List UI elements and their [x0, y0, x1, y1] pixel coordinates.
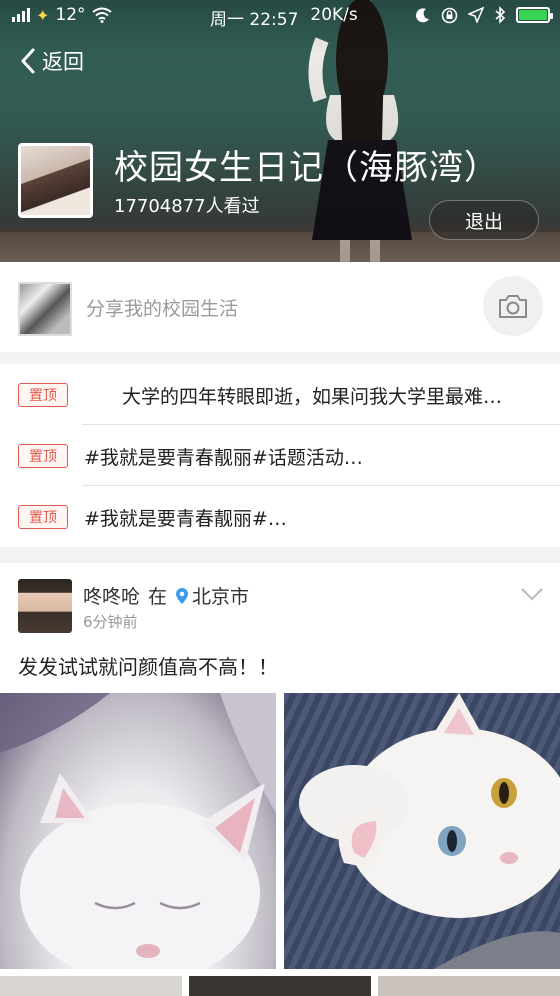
- clock: 周一 22:57: [210, 10, 299, 30]
- group-avatar[interactable]: [18, 143, 93, 218]
- cat-photo-awake: [299, 693, 560, 969]
- bluetooth-icon: [495, 6, 506, 24]
- share-input[interactable]: 分享我的校园生活: [86, 294, 238, 321]
- pinned-item[interactable]: 置顶 大学的四年转眼即逝，如果问我大学里最难…: [0, 364, 560, 425]
- pinned-item[interactable]: 置顶 #我就是要青春靓丽#…: [0, 486, 560, 547]
- author-line: 咚咚呛 在 北京市: [83, 582, 249, 609]
- temperature: 12°: [55, 5, 86, 25]
- share-bar[interactable]: 分享我的校园生活: [0, 262, 560, 352]
- location-arrow-icon: [468, 7, 484, 23]
- group-header: ✦ 12° 周一 22:57 20K/s 返回 校园女生日记（海豚湾） 1770…: [0, 0, 560, 262]
- weather-icon: ✦: [36, 5, 50, 25]
- status-right: [415, 6, 553, 24]
- moon-icon: [416, 8, 429, 23]
- location-text: 北京市: [192, 586, 250, 608]
- author-name[interactable]: 咚咚呛: [83, 582, 140, 609]
- post-photo-partial[interactable]: [189, 976, 371, 996]
- pinned-tag: 置顶: [18, 383, 68, 407]
- net-speed: 20K/s: [310, 5, 358, 25]
- back-label: 返回: [42, 50, 84, 74]
- group-title: 校园女生日记（海豚湾）: [114, 148, 499, 188]
- post-photo[interactable]: [284, 693, 560, 969]
- back-button[interactable]: 返回: [20, 46, 84, 76]
- pinned-title: 大学的四年转眼即逝，如果问我大学里最难…: [122, 386, 503, 408]
- wifi-icon: [91, 7, 112, 23]
- status-left: ✦ 12°: [12, 5, 112, 25]
- rotation-lock-icon: [441, 7, 458, 23]
- post-photo[interactable]: [0, 693, 276, 969]
- post-photo-partial[interactable]: [0, 976, 182, 996]
- camera-icon: [499, 295, 527, 318]
- pinned-list: 置顶 大学的四年转眼即逝，如果问我大学里最难… 置顶 #我就是要青春靓丽#话题活…: [0, 364, 560, 547]
- pinned-title: #我就是要青春靓丽#话题活动…: [84, 447, 363, 469]
- pinned-tag: 置顶: [18, 444, 68, 468]
- post-text: 发发试试就问颜值高不高！！: [18, 655, 278, 679]
- post-time: 6分钟前: [83, 613, 138, 631]
- author-avatar[interactable]: [18, 579, 72, 633]
- at-label: 在: [148, 586, 168, 608]
- my-avatar[interactable]: [18, 282, 72, 336]
- post-photo-partial[interactable]: [378, 976, 560, 996]
- chevron-left-icon: [21, 48, 35, 74]
- battery-fill: [519, 10, 547, 20]
- camera-button[interactable]: [483, 276, 543, 336]
- status-center: 周一 22:57 20K/s: [210, 5, 358, 30]
- status-bar: ✦ 12° 周一 22:57 20K/s: [0, 0, 560, 32]
- cat-photo-sleeping: [0, 693, 276, 969]
- location-pin-icon: [176, 587, 189, 604]
- post-card: 咚咚呛 在 北京市 6分钟前 发发试试就问颜值高不高！！: [0, 563, 560, 996]
- group-view-count: 17704877人看过: [114, 196, 260, 217]
- signal-icon: [12, 8, 30, 22]
- battery-icon: [516, 7, 553, 23]
- chevron-down-icon[interactable]: [520, 587, 544, 601]
- pinned-tag: 置顶: [18, 505, 68, 529]
- pinned-item[interactable]: 置顶 #我就是要青春靓丽#话题活动…: [0, 425, 560, 486]
- pinned-title: #我就是要青春靓丽#…: [84, 508, 287, 530]
- exit-group-button[interactable]: 退出: [429, 200, 539, 240]
- location: 北京市: [175, 582, 249, 609]
